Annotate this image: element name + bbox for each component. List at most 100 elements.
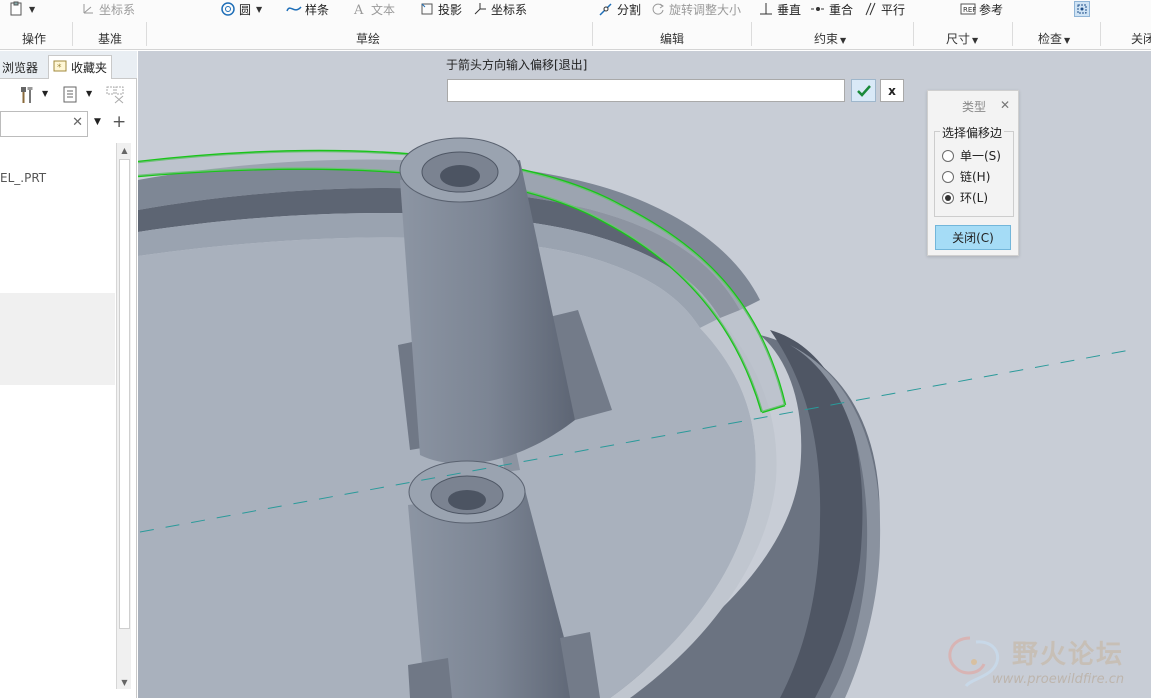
spline-button[interactable]: 样条 xyxy=(286,0,329,18)
radio-single-label: 单一(S) xyxy=(960,149,1001,163)
rotate-resize-button[interactable]: 旋转调整大小 xyxy=(650,0,741,18)
spline-label: 样条 xyxy=(305,2,330,17)
circle-icon xyxy=(220,1,236,17)
chevron-down-icon: ▼ xyxy=(29,4,36,14)
group-label-editing: 编辑 xyxy=(660,32,685,46)
circle-button[interactable]: 圆 ▼ xyxy=(220,0,262,18)
chevron-down-icon: ▼ xyxy=(256,4,263,14)
svg-text:REF: REF xyxy=(963,6,976,14)
divide-icon xyxy=(598,1,614,17)
inspect-icon xyxy=(1074,1,1090,17)
group-label-constraints[interactable]: 约束 ▼ xyxy=(814,30,846,47)
csys-icon xyxy=(472,1,488,17)
svg-text:*: * xyxy=(57,63,62,73)
tree-scrollbar[interactable]: ▲ ▼ xyxy=(116,143,131,689)
group-label-sketching: 草绘 xyxy=(356,32,381,46)
clipboard-icon xyxy=(8,1,24,17)
coincident-icon xyxy=(810,1,826,17)
csys-button[interactable]: 坐标系 xyxy=(472,0,527,18)
radio-loop-label: 环(L) xyxy=(960,191,989,205)
tree-search-input[interactable]: ✕ xyxy=(0,111,88,137)
group-separator xyxy=(592,22,593,46)
watermark: 野火论坛 www.proewildfire.cn xyxy=(940,628,1145,694)
tab-browser-label: 浏览器 xyxy=(2,60,39,75)
cancel-button[interactable]: x xyxy=(880,79,904,102)
tab-browser[interactable]: 浏览器 xyxy=(0,55,42,79)
add-icon[interactable]: + xyxy=(112,112,126,132)
upper-boss-hole xyxy=(440,165,480,187)
tab-favorites[interactable]: * 收藏夹 xyxy=(48,55,113,79)
chevron-down-icon[interactable]: ▼ xyxy=(94,117,101,127)
reference-icon: REF xyxy=(960,1,976,17)
inspect-toggle-button[interactable] xyxy=(1074,0,1090,18)
operations-dropdown[interactable]: ▼ xyxy=(8,0,35,18)
project-label: 投影 xyxy=(438,2,463,17)
offset-value-input[interactable] xyxy=(447,79,845,102)
csys-label: 坐标系 xyxy=(491,2,528,17)
group-label-close: 关闭 xyxy=(1131,32,1151,46)
reference-label: 参考 xyxy=(979,2,1004,17)
accept-button[interactable] xyxy=(851,79,876,102)
list-settings-icon[interactable] xyxy=(62,86,80,107)
group-separator xyxy=(751,22,752,46)
radio-chain[interactable]: 链(H) xyxy=(942,168,990,185)
radio-chain-label: 链(H) xyxy=(960,170,991,184)
group-label-operations: 操作 xyxy=(22,32,47,46)
datum-csys-label: 坐标系 xyxy=(99,2,136,17)
coincident-label: 重合 xyxy=(829,2,854,17)
tree-item-part[interactable]: EL_.PRT xyxy=(0,171,46,185)
type-dialog: 类型 ✕ 选择偏移边 单一(S) 链(H) 环(L) 关闭(C) xyxy=(927,90,1019,256)
group-label-dimensions[interactable]: 尺寸 ▼ xyxy=(946,30,978,47)
radio-single[interactable]: 单一(S) xyxy=(942,147,1001,164)
hammer-tools-icon[interactable] xyxy=(18,86,38,107)
svg-text:A: A xyxy=(353,3,364,17)
close-icon[interactable]: ✕ xyxy=(1000,98,1010,112)
scroll-up-icon[interactable]: ▲ xyxy=(117,143,132,157)
group-separator xyxy=(1012,22,1013,46)
text-button[interactable]: A 文本 xyxy=(352,0,395,18)
radio-loop-indicator[interactable] xyxy=(942,191,954,204)
chevron-down-icon[interactable]: ▼ xyxy=(86,89,92,98)
text-label: 文本 xyxy=(371,2,396,17)
group-label-inspect[interactable]: 检查 ▼ xyxy=(1038,30,1070,47)
dimensions-label: 尺寸 xyxy=(946,32,971,46)
spline-icon xyxy=(286,1,302,17)
clear-icon[interactable]: ✕ xyxy=(72,115,83,130)
panel-tabs: 浏览器 * 收藏夹 xyxy=(0,51,137,79)
model-tree: EL_.PRT xyxy=(0,143,115,683)
vertical-icon xyxy=(758,1,774,17)
radio-loop[interactable]: 环(L) xyxy=(942,189,988,206)
project-icon xyxy=(419,1,435,17)
project-button[interactable]: 投影 xyxy=(419,0,462,18)
radio-chain-indicator[interactable] xyxy=(942,170,954,183)
datum-csys-button[interactable]: 坐标系 xyxy=(80,0,135,18)
group-separator xyxy=(146,22,147,46)
divide-button[interactable]: 分割 xyxy=(598,0,641,18)
text-icon: A xyxy=(352,1,368,17)
scroll-thumb[interactable] xyxy=(119,159,130,629)
tab-favorites-label: 收藏夹 xyxy=(71,61,108,75)
rotate-resize-label: 旋转调整大小 xyxy=(669,2,742,17)
inspect-label: 检查 xyxy=(1038,32,1063,46)
parallel-constraint-button[interactable]: 平行 xyxy=(862,0,905,18)
checkmark-icon xyxy=(856,84,871,97)
parallel-icon xyxy=(862,1,878,17)
dialog-close-button[interactable]: 关闭(C) xyxy=(935,225,1011,250)
constraints-label: 约束 xyxy=(814,32,839,46)
chevron-down-icon[interactable]: ▼ xyxy=(42,89,48,98)
close-icon: x xyxy=(888,83,896,98)
scroll-down-icon[interactable]: ▼ xyxy=(117,675,132,689)
group-separator xyxy=(913,22,914,46)
group-separator xyxy=(72,22,73,46)
lower-rib-left xyxy=(408,658,452,698)
vertical-constraint-button[interactable]: 垂直 xyxy=(758,0,801,18)
radio-single-indicator[interactable] xyxy=(942,149,954,162)
lower-boss-hole xyxy=(448,490,486,510)
coincident-constraint-button[interactable]: 重合 xyxy=(810,0,853,18)
offset-edge-group-label: 选择偏移边 xyxy=(940,124,1005,141)
tree-filter-icon[interactable] xyxy=(106,86,126,107)
chevron-down-icon: ▼ xyxy=(840,36,847,45)
reference-dimension-button[interactable]: REF 参考 xyxy=(960,0,1003,18)
csys-icon xyxy=(80,1,96,17)
watermark-title: 野火论坛 xyxy=(1012,640,1125,670)
